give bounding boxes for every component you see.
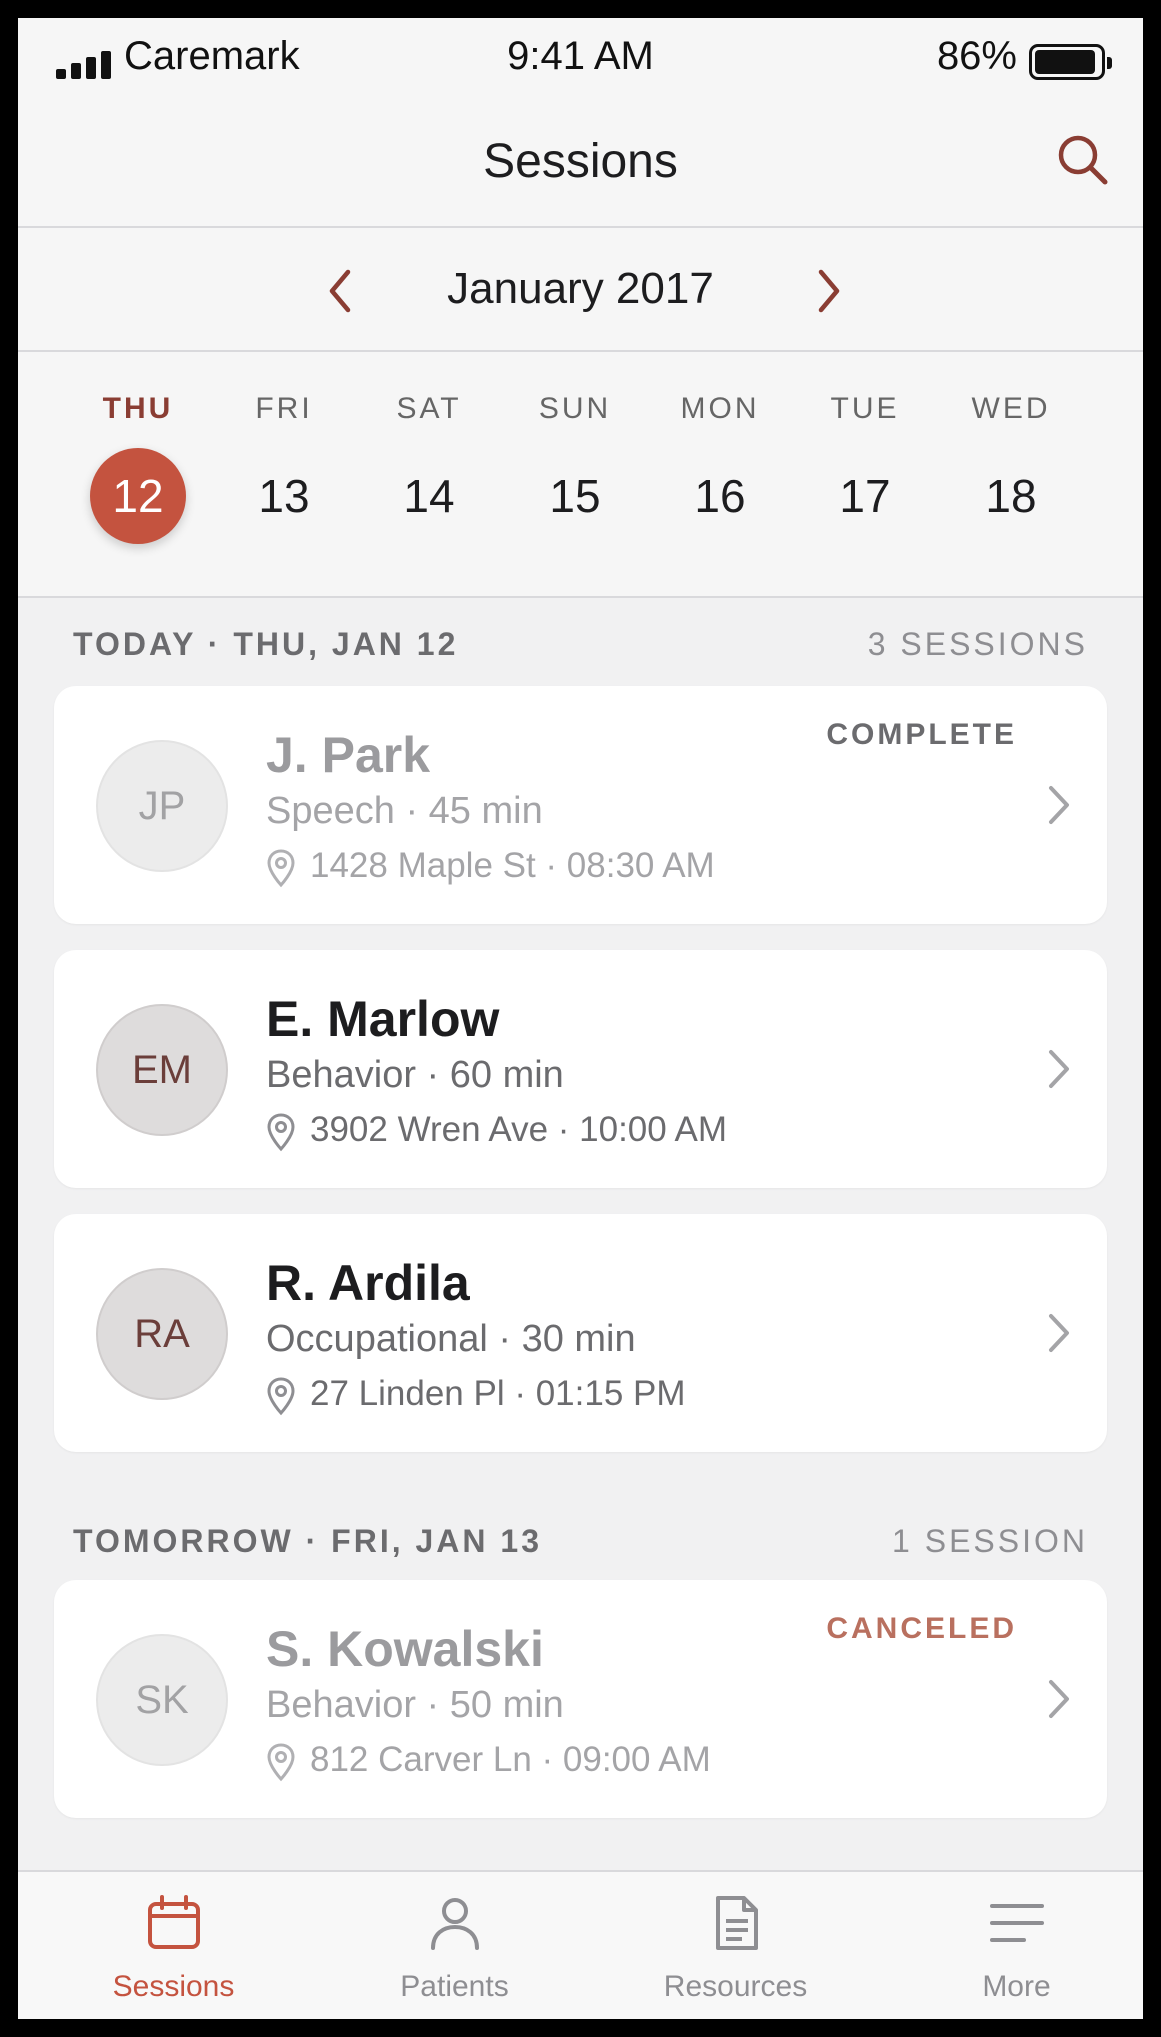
section-header-tomorrow: TOMORROW · FRI, JAN 13 1 SESSION — [73, 1523, 1088, 1563]
location-pin-icon — [267, 1743, 295, 1782]
chevron-right-icon — [818, 269, 840, 313]
session-card[interactable]: RA R. Ardila Occupational · 30 min 27 Li… — [54, 1214, 1107, 1452]
search-button[interactable] — [1053, 130, 1113, 190]
status-bar: Caremark 9:41 AM 86% — [18, 18, 1143, 100]
tab-more[interactable]: More — [876, 1872, 1143, 2019]
avatar: JP — [96, 740, 228, 872]
tab-resources[interactable]: Resources — [595, 1872, 876, 2019]
tab-label: Patients — [400, 1970, 509, 2003]
day-thu-12[interactable]: THU 12 — [63, 352, 213, 598]
day-of-week: SUN — [538, 392, 612, 425]
session-type: Speech · 45 min — [266, 790, 543, 832]
month-header: January 2017 — [18, 228, 1143, 352]
day-wed-18[interactable]: WED 18 — [936, 352, 1086, 598]
week-strip: THU 12 FRI 13 SAT 14 SUN 15 MON 16 TUE 1… — [18, 352, 1143, 598]
tab-label: Sessions — [112, 1970, 235, 2003]
session-address-time: 3902 Wren Ave · 10:00 AM — [310, 1110, 728, 1149]
status-badge: COMPLETE — [826, 718, 1017, 751]
location-pin-icon — [267, 1113, 295, 1152]
session-type: Behavior · 60 min — [266, 1054, 564, 1096]
patient-name: E. Marlow — [266, 991, 500, 1047]
day-sat-14[interactable]: SAT 14 — [354, 352, 504, 598]
next-month-button[interactable] — [809, 266, 849, 316]
session-card[interactable]: EM E. Marlow Behavior · 60 min 3902 Wren… — [54, 950, 1107, 1188]
tab-label: Resources — [663, 1970, 808, 2003]
day-sun-15[interactable]: SUN 15 — [500, 352, 650, 598]
section-header-today: TODAY · THU, JAN 12 3 SESSIONS — [73, 626, 1088, 666]
chevron-right-icon — [1049, 786, 1069, 824]
day-of-week: MON — [680, 392, 760, 425]
day-of-week: WED — [971, 392, 1051, 425]
month-label: January 2017 — [447, 264, 714, 313]
tab-sessions[interactable]: Sessions — [33, 1872, 314, 2019]
day-number: 12 — [90, 448, 186, 544]
session-card[interactable]: JP J. Park Speech · 45 min 1428 Maple St… — [54, 686, 1107, 924]
day-number: 18 — [985, 470, 1037, 522]
page-title: Sessions — [483, 135, 678, 188]
day-number: 13 — [258, 470, 310, 522]
day-fri-13[interactable]: FRI 13 — [209, 352, 359, 598]
day-of-week: THU — [102, 392, 174, 425]
app-screen: Caremark 9:41 AM 86% Sessions January 20… — [18, 18, 1143, 2019]
section-title: TODAY · THU, JAN 12 — [73, 626, 459, 662]
location-pin-icon — [267, 849, 295, 888]
chevron-right-icon — [1049, 1314, 1069, 1352]
location-pin-icon — [267, 1377, 295, 1416]
section-title: TOMORROW · FRI, JAN 13 — [73, 1523, 542, 1559]
session-address-time: 1428 Maple St · 08:30 AM — [310, 846, 715, 885]
avatar: EM — [96, 1004, 228, 1136]
day-of-week: SAT — [396, 392, 462, 425]
day-tue-17[interactable]: TUE 17 — [790, 352, 940, 598]
day-number: 15 — [549, 470, 601, 522]
patient-name: S. Kowalski — [266, 1621, 544, 1677]
document-icon — [716, 1896, 758, 1950]
status-badge: CANCELED — [826, 1612, 1017, 1645]
session-count: 3 SESSIONS — [867, 626, 1088, 662]
session-type: Behavior · 50 min — [266, 1684, 564, 1726]
session-card[interactable]: SK S. Kowalski Behavior · 50 min 812 Car… — [54, 1580, 1107, 1818]
tab-bar: Sessions Patients Resources More — [18, 1870, 1143, 2019]
session-address-time: 27 Linden Pl · 01:15 PM — [310, 1374, 686, 1413]
navigation-bar: Sessions — [18, 100, 1143, 228]
session-type: Occupational · 30 min — [266, 1318, 636, 1360]
avatar: RA — [96, 1268, 228, 1400]
battery-percent: 86% — [936, 34, 1017, 78]
patient-name: J. Park — [266, 727, 431, 783]
person-icon — [431, 1898, 479, 1950]
session-count: 1 SESSION — [892, 1523, 1088, 1559]
tab-patients[interactable]: Patients — [314, 1872, 595, 2019]
patient-name: R. Ardila — [266, 1255, 470, 1311]
chevron-right-icon — [1049, 1680, 1069, 1718]
day-mon-16[interactable]: MON 16 — [645, 352, 795, 598]
chevron-right-icon — [1049, 1050, 1069, 1088]
day-number: 17 — [839, 470, 891, 522]
calendar-icon — [148, 1895, 200, 1949]
search-icon — [1058, 135, 1108, 185]
tab-label: More — [982, 1970, 1051, 2003]
menu-icon — [990, 1904, 1044, 1942]
avatar: SK — [96, 1634, 228, 1766]
day-of-week: FRI — [255, 392, 313, 425]
day-number: 16 — [694, 470, 746, 522]
day-number: 14 — [403, 470, 455, 522]
day-of-week: TUE — [830, 392, 900, 425]
battery-icon — [1029, 44, 1112, 80]
session-address-time: 812 Carver Ln · 09:00 AM — [310, 1740, 711, 1779]
